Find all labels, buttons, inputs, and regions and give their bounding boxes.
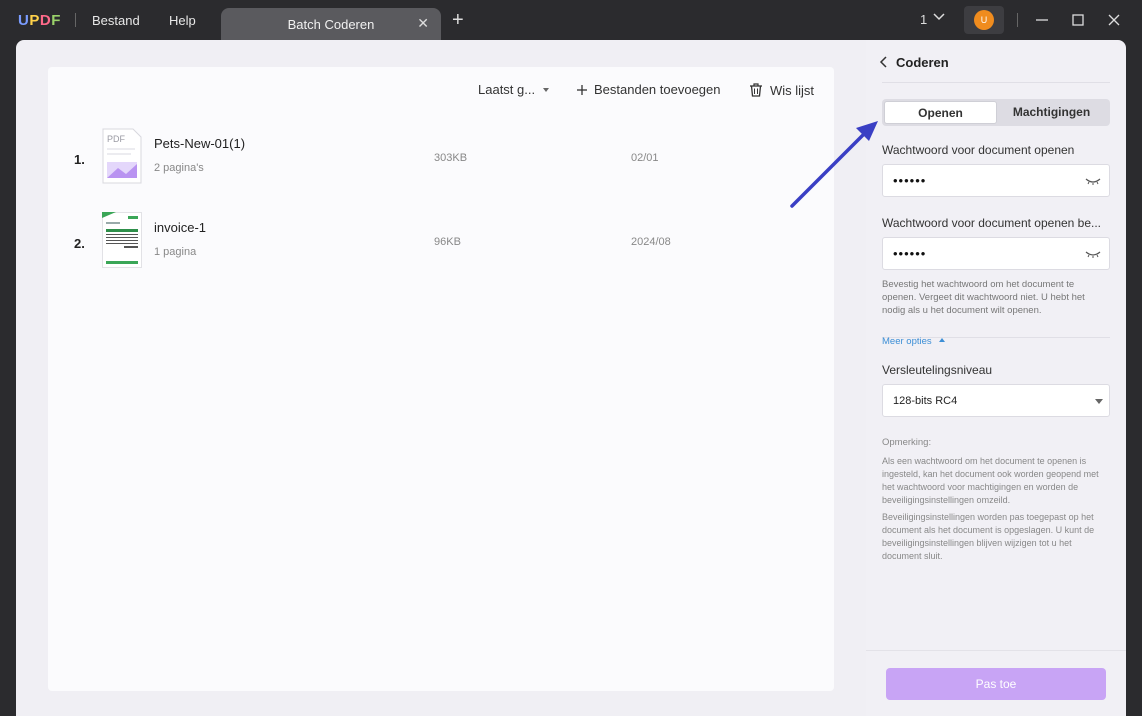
file-date: 2024/08	[631, 236, 671, 248]
file-pages: 1 pagina	[154, 246, 197, 258]
more-options-link[interactable]: Meer opties	[882, 336, 932, 347]
encryption-level-value: 128-bits RC4	[893, 395, 958, 407]
app-logo: UPDF	[18, 12, 61, 29]
file-name: Pets-New-01(1)	[154, 136, 246, 151]
tab-openen[interactable]: Openen	[884, 101, 997, 124]
confirm-password-label: Wachtwoord voor document openen be...	[882, 216, 1102, 230]
password-value: ••••••	[893, 246, 927, 261]
confirm-password-field[interactable]: ••••••	[882, 237, 1110, 270]
caret-down-icon	[1095, 399, 1103, 404]
add-tab-icon[interactable]: +	[452, 10, 464, 30]
file-date: 02/01	[631, 152, 659, 164]
item-number: 2.	[74, 236, 85, 251]
add-files-label: Bestanden toevoegen	[594, 82, 721, 97]
close-icon[interactable]: ✕	[417, 15, 429, 32]
mode-switch: Openen Machtigingen	[882, 99, 1110, 126]
title-bar: UPDF Bestand Help Batch Coderen ✕ + 1 U	[0, 0, 1142, 40]
caret-down-icon	[543, 87, 550, 92]
maximize-icon[interactable]	[1070, 12, 1086, 28]
item-number: 1.	[74, 152, 85, 167]
avatar: U	[974, 10, 994, 30]
file-name: invoice-1	[154, 220, 207, 235]
list-item[interactable]: 1. PDF Pets-New-01(1) 2 pagina's 303KB 0…	[48, 128, 834, 196]
sidebar-header: Coderen	[879, 40, 1110, 83]
caret-up-icon[interactable]	[939, 338, 945, 342]
open-password-label: Wachtwoord voor document openen	[882, 143, 1075, 157]
account-button[interactable]: U	[964, 6, 1004, 34]
window-close-icon[interactable]	[1106, 12, 1122, 28]
menu-help[interactable]: Help	[169, 13, 196, 28]
password-hint: Bevestig het wachtwoord om het document …	[882, 279, 1085, 316]
tab-title: Batch Coderen	[287, 17, 375, 32]
eye-hidden-icon[interactable]	[1085, 175, 1101, 187]
encryption-level-label: Versleutelingsniveau	[882, 363, 993, 377]
password-value: ••••••	[893, 173, 927, 188]
minimize-icon[interactable]	[1034, 12, 1050, 28]
eye-hidden-icon[interactable]	[1085, 248, 1101, 260]
list-item[interactable]: 2. invoice-1 1 pagina 96KB 2024/08	[48, 212, 834, 280]
note-text: Als een wachtwoord om het document te op…	[882, 456, 1099, 505]
encryption-level-select[interactable]: 128-bits RC4	[882, 384, 1110, 417]
divider	[75, 13, 76, 27]
back-arrow-icon[interactable]	[878, 55, 890, 69]
add-files-button[interactable]: Bestanden toevoegen	[576, 82, 721, 97]
pdf-thumbnail: PDF	[102, 128, 142, 184]
menu-bestand[interactable]: Bestand	[92, 13, 140, 28]
sort-label: Laatst g...	[478, 82, 536, 97]
clear-list-button[interactable]: Wis lijst	[748, 82, 814, 98]
file-pages: 2 pagina's	[154, 162, 204, 174]
note-title: Opmerking:	[882, 437, 932, 448]
divider	[866, 650, 1126, 651]
sidebar-title: Coderen	[896, 55, 949, 70]
file-list-panel: Laatst g... Bestanden toevoegen Wis lijs…	[48, 67, 834, 691]
open-password-field[interactable]: ••••••	[882, 164, 1110, 197]
note-text: Beveiligingsinstellingen worden pas toeg…	[882, 512, 1095, 561]
chevron-down-icon[interactable]	[932, 10, 946, 24]
tab-batch-coderen[interactable]: Batch Coderen ✕	[221, 8, 441, 40]
file-size: 96KB	[434, 236, 461, 248]
encrypt-sidebar: Coderen Openen Machtigingen Wachtwoord v…	[866, 40, 1126, 716]
divider	[1017, 13, 1018, 27]
file-size: 303KB	[434, 152, 468, 164]
main-area: Laatst g... Bestanden toevoegen Wis lijs…	[16, 40, 866, 716]
apply-button[interactable]: Pas toe	[886, 668, 1106, 700]
thumbnail-label: PDF	[107, 134, 126, 144]
invoice-thumbnail	[102, 212, 142, 268]
sort-dropdown[interactable]: Laatst g...	[478, 82, 551, 97]
trash-icon	[750, 83, 762, 97]
plus-icon	[577, 84, 587, 95]
tab-machtigingen[interactable]: Machtigingen	[995, 101, 1108, 124]
clear-list-label: Wis lijst	[770, 82, 815, 98]
page-count[interactable]: 1	[920, 12, 927, 27]
